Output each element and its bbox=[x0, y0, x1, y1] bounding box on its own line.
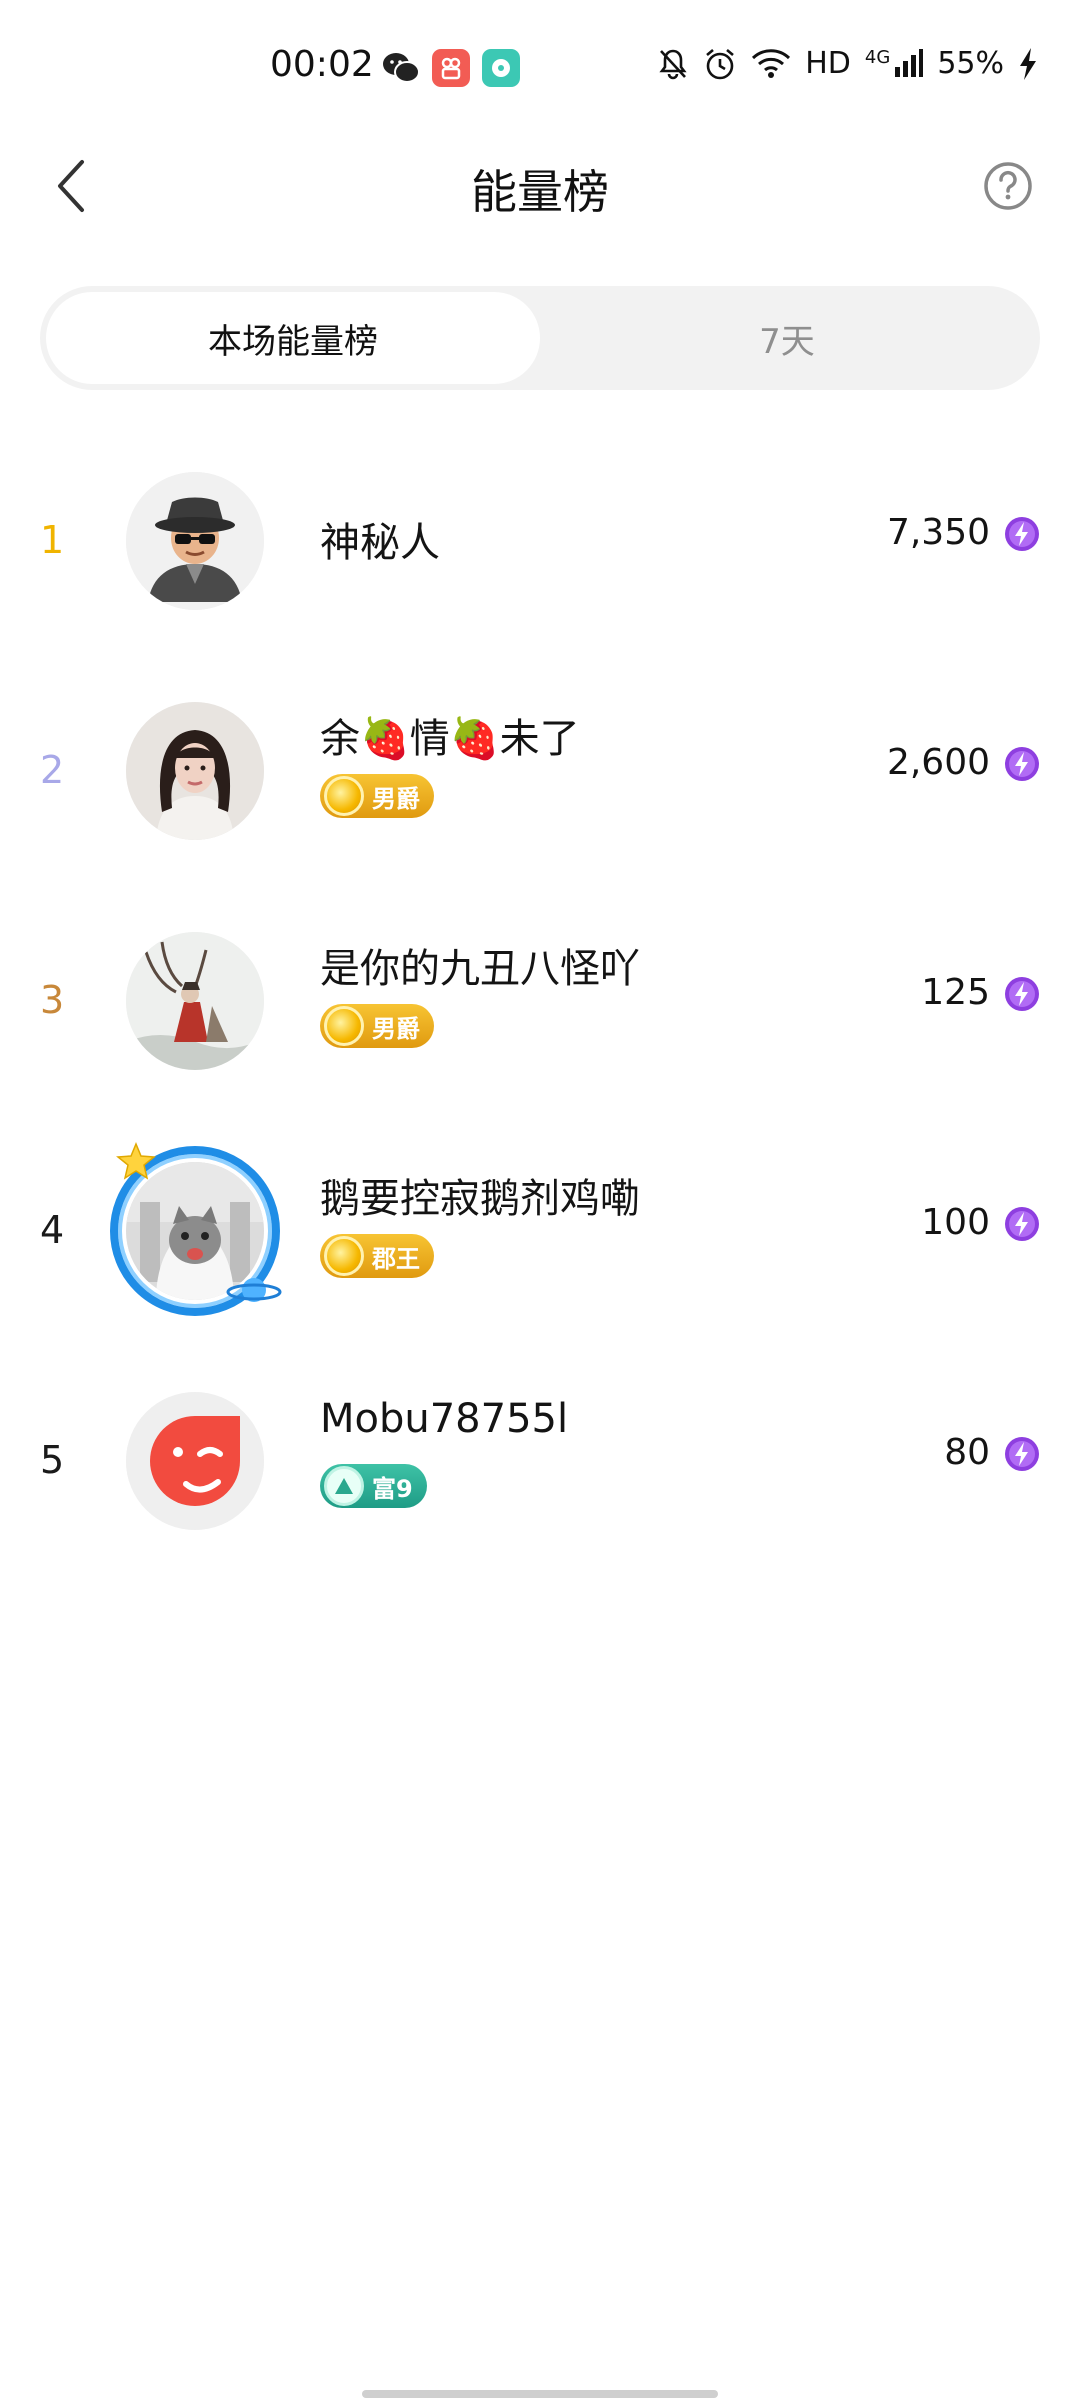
header-bar: 能量榜 bbox=[0, 136, 1080, 236]
help-button[interactable] bbox=[976, 154, 1040, 218]
ink-painting-avatar bbox=[126, 932, 264, 1070]
mystery-man-avatar bbox=[126, 472, 264, 610]
music-app-icon bbox=[482, 49, 520, 87]
rank-number: 2 bbox=[40, 748, 65, 792]
energy-bolt-icon bbox=[1005, 747, 1039, 781]
signal-icon: 4G bbox=[864, 46, 924, 79]
medal-icon bbox=[324, 1006, 364, 1046]
status-time: 00:02 bbox=[270, 44, 374, 85]
ranking-row[interactable]: 5 Mobu78755l 富9 80 bbox=[0, 1360, 1080, 1590]
badge-label: 郡王 bbox=[372, 1244, 420, 1273]
avatar[interactable] bbox=[126, 1392, 264, 1530]
ranking-row[interactable]: 4 鹅要控寂鹅剂鸡嘞 郡王 100 bbox=[0, 1130, 1080, 1360]
user-name: Mobu78755l bbox=[320, 1396, 569, 1442]
energy-score: 125 bbox=[921, 972, 990, 1013]
triangle-medal-icon bbox=[324, 1466, 364, 1506]
rank-badge: 男爵 bbox=[320, 1004, 434, 1048]
ranking-row[interactable]: 3 是你的九丑八怪吖 男爵 125 bbox=[0, 900, 1080, 1130]
energy-score: 100 bbox=[921, 1202, 990, 1243]
rank-badge: 富9 bbox=[320, 1464, 427, 1508]
user-name: 神秘人 bbox=[320, 520, 440, 566]
page-title: 能量榜 bbox=[471, 165, 609, 219]
energy-bolt-icon bbox=[1005, 517, 1039, 551]
avatar[interactable] bbox=[126, 932, 264, 1070]
ranking-list: 1 神秘人 7,350 2 余🍓情🍓未了 男爵 2,600 3 是你的九丑八怪吖… bbox=[0, 440, 1080, 1590]
user-name: 是你的九丑八怪吖 bbox=[320, 946, 640, 992]
badge-label: 富9 bbox=[372, 1474, 413, 1503]
user-name: 鹅要控寂鹅剂鸡嘞 bbox=[320, 1176, 640, 1222]
red-wink-avatar bbox=[126, 1392, 264, 1530]
avatar[interactable] bbox=[126, 472, 264, 610]
charging-icon bbox=[1018, 47, 1038, 81]
ranking-row[interactable]: 2 余🍓情🍓未了 男爵 2,600 bbox=[0, 670, 1080, 900]
rank-badge: 郡王 bbox=[320, 1234, 434, 1278]
mute-icon bbox=[657, 47, 689, 81]
rank-number: 4 bbox=[40, 1208, 65, 1252]
ranking-row[interactable]: 1 神秘人 7,350 bbox=[0, 440, 1080, 670]
video-app-icon bbox=[432, 49, 470, 87]
medal-icon bbox=[324, 1236, 364, 1276]
avatar[interactable] bbox=[126, 702, 264, 840]
wechat-icon bbox=[382, 49, 420, 87]
energy-score: 7,350 bbox=[886, 512, 990, 553]
energy-bolt-icon bbox=[1005, 1207, 1039, 1241]
badge-label: 男爵 bbox=[372, 1014, 420, 1043]
status-right-cluster: HD 4G 55% bbox=[657, 46, 1038, 81]
medal-icon bbox=[324, 776, 364, 816]
planet-decoration-icon bbox=[226, 1278, 282, 1302]
tab-current-session[interactable]: 本场能量榜 bbox=[46, 292, 540, 384]
energy-score: 80 bbox=[944, 1432, 990, 1473]
home-indicator[interactable] bbox=[362, 2390, 718, 2398]
rank-number: 1 bbox=[40, 518, 65, 562]
energy-ranking-screen: 00:02 HD 4G 55% 能量榜 本场能量榜 7天 1 神秘人 7,350… bbox=[0, 0, 1080, 2400]
rank-badge: 男爵 bbox=[320, 774, 434, 818]
question-circle-icon bbox=[984, 162, 1032, 210]
status-bar: 00:02 HD 4G 55% bbox=[0, 0, 1080, 136]
energy-score: 2,600 bbox=[886, 742, 990, 783]
rank-number: 3 bbox=[40, 978, 65, 1022]
wifi-icon bbox=[751, 48, 791, 80]
energy-bolt-icon bbox=[1005, 1437, 1039, 1471]
battery-level: 55% bbox=[937, 46, 1004, 81]
tab-7-days[interactable]: 7天 bbox=[540, 292, 1034, 384]
alarm-icon bbox=[703, 47, 737, 81]
user-name: 余🍓情🍓未了 bbox=[320, 716, 580, 762]
star-decoration-icon bbox=[116, 1142, 156, 1180]
rank-number: 5 bbox=[40, 1438, 65, 1482]
energy-bolt-icon bbox=[1005, 977, 1039, 1011]
network-label: HD bbox=[805, 46, 851, 81]
woman-portrait-avatar bbox=[126, 702, 264, 840]
ranking-tabs: 本场能量榜 7天 bbox=[40, 286, 1040, 390]
badge-label: 男爵 bbox=[372, 784, 420, 813]
signal-type-label: 4G bbox=[864, 46, 891, 68]
